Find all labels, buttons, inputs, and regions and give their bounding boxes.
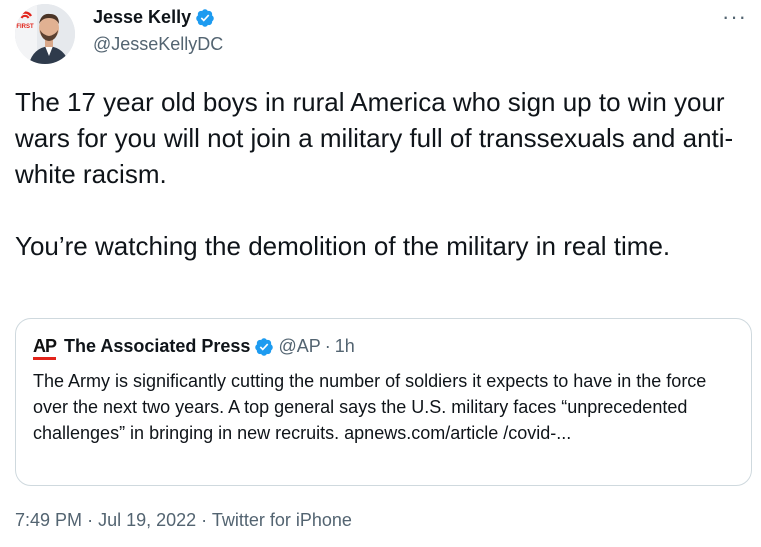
- quoted-tweet-header: AP The Associated Press @AP · 1h: [33, 336, 355, 360]
- meta-separator: ·: [201, 510, 208, 530]
- quoted-tweet-text: The Army is significantly cutting the nu…: [33, 371, 707, 443]
- author-avatar[interactable]: FIRST: [15, 4, 75, 64]
- more-options-icon[interactable]: ···: [722, 4, 747, 30]
- verified-badge-icon: [255, 337, 274, 356]
- tweet-source[interactable]: Twitter for iPhone: [212, 510, 352, 530]
- author-display-name[interactable]: Jesse Kelly: [93, 7, 191, 28]
- ap-logo: AP: [33, 336, 57, 360]
- author-display-name-row[interactable]: Jesse Kelly: [93, 7, 223, 28]
- quoted-time: 1h: [334, 336, 355, 356]
- meta-separator: ·: [87, 510, 94, 530]
- tweet-paragraph: You’re watching the demolition of the mi…: [15, 231, 671, 261]
- tweet-body: The 17 year old boys in rural America wh…: [15, 84, 745, 264]
- ap-logo-underline: [33, 357, 57, 360]
- tweet-time[interactable]: 7:49 PM: [15, 510, 82, 530]
- quoted-handle: @AP: [278, 336, 321, 356]
- author-handle[interactable]: @JesseKellyDC: [93, 34, 223, 55]
- tweet-footer: 7:49 PM · Jul 19, 2022 · Twitter for iPh…: [15, 510, 352, 531]
- avatar-image: FIRST: [15, 4, 75, 64]
- quoted-display-name: The Associated Press: [64, 336, 251, 356]
- avatar-logo-text: FIRST: [16, 24, 34, 30]
- tweet-header: FIRST Jesse Kelly @JesseKellyDC ···: [15, 4, 751, 64]
- quoted-tweet-card[interactable]: AP The Associated Press @AP · 1h The Arm…: [15, 318, 752, 486]
- verified-badge-icon: [196, 8, 214, 27]
- tweet-paragraph: The 17 year old boys in rural America wh…: [15, 87, 734, 189]
- meta-separator: ·: [324, 336, 331, 356]
- author-names: Jesse Kelly @JesseKellyDC: [93, 7, 223, 55]
- tweet-date[interactable]: Jul 19, 2022: [98, 510, 196, 530]
- ap-logo-text: AP: [33, 336, 57, 356]
